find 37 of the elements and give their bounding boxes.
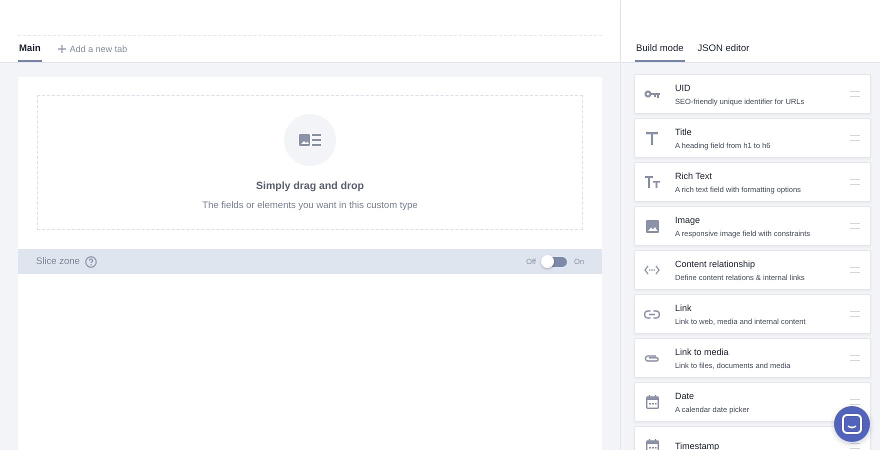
field-name: Content relationship	[675, 258, 756, 270]
drag-handle-icon[interactable]	[850, 223, 860, 229]
dropzone-title: Simply drag and drop	[256, 180, 364, 192]
letter-t-icon	[646, 132, 658, 144]
drag-handle-icon[interactable]	[850, 267, 860, 273]
field-name: Image	[675, 214, 702, 226]
field-name: UID	[675, 82, 692, 94]
field-name: Link	[675, 302, 693, 314]
paperclip-icon	[644, 354, 660, 362]
link-icon	[644, 310, 660, 318]
mode-tab[interactable]: JSON editor	[696, 43, 750, 62]
chat-icon	[842, 414, 862, 434]
help-icon[interactable]	[84, 256, 97, 268]
field-name: Title	[675, 126, 693, 138]
field-name: Date	[675, 390, 696, 402]
code-dots-icon	[644, 265, 660, 275]
drag-handle-icon[interactable]	[850, 311, 860, 317]
drag-handle-icon[interactable]	[850, 91, 860, 97]
calendar-icon	[646, 395, 658, 409]
image-icon	[646, 220, 658, 232]
plus-icon	[58, 45, 66, 53]
slice-zone-label: Slice zone	[36, 256, 80, 267]
calendar-icon	[646, 439, 658, 450]
image-text-icon	[299, 133, 321, 147]
field-name: Timestamp	[675, 440, 720, 450]
toggle-switch[interactable]	[542, 256, 567, 266]
field-name: Link to media	[675, 346, 730, 358]
key-icon	[644, 90, 660, 98]
dropzone-subtitle: The fields or elements you want in this custom type	[202, 200, 418, 211]
drag-handle-icon[interactable]	[850, 443, 860, 449]
field-name: Rich Text	[675, 170, 713, 182]
drag-handle-icon[interactable]	[850, 399, 860, 405]
drag-handle-icon[interactable]	[850, 135, 860, 141]
drag-handle-icon[interactable]	[850, 355, 860, 361]
field-card[interactable]: Timestamp	[634, 426, 871, 450]
drag-handle-icon[interactable]	[850, 179, 860, 185]
text-size-icon	[644, 176, 660, 188]
